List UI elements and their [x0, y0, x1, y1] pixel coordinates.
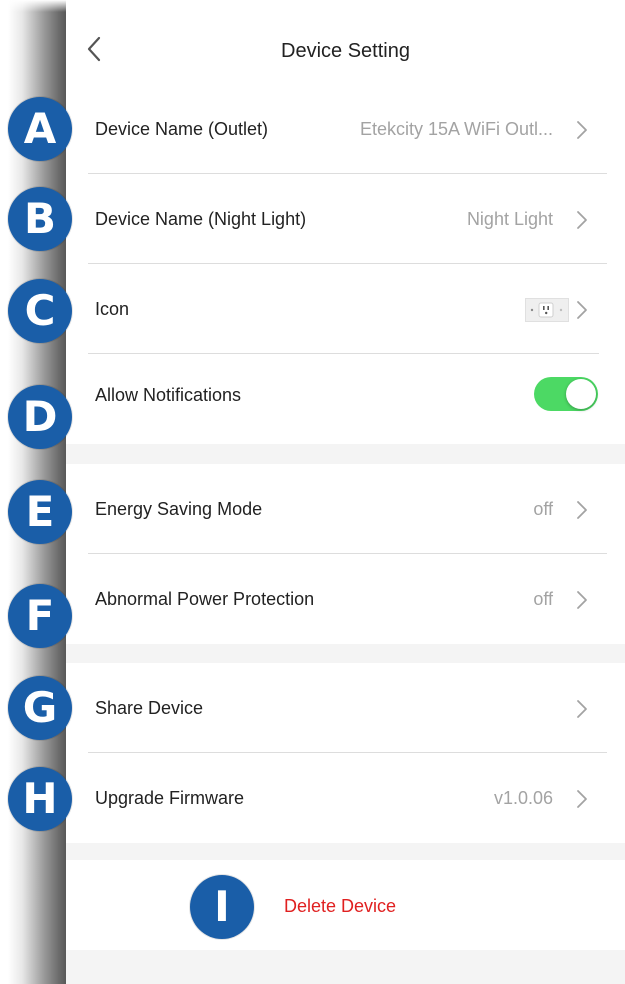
row-label: Abnormal Power Protection [95, 589, 315, 609]
chevron-right-icon [577, 790, 587, 808]
row-label: Icon [95, 299, 130, 319]
row-upgrade-firmware[interactable]: Upgrade Firmware v1.0.06 [66, 753, 625, 843]
chevron-right-icon [577, 121, 587, 139]
device-management-group: Share Device Upgrade Firmware v1.0.06 [66, 663, 625, 843]
chevron-right-icon [577, 700, 587, 718]
power-settings-group: Energy Saving Mode off Abnormal Power Pr… [66, 464, 625, 644]
screen-top-fade [0, 0, 625, 12]
row-label: Device Name (Night Light) [95, 209, 307, 229]
row-device-name-night-light[interactable]: Device Name (Night Light) Night Light [66, 174, 625, 264]
row-abnormal-power-protection[interactable]: Abnormal Power Protection off [66, 554, 625, 644]
annotation-badge-g: G [8, 676, 72, 740]
toggle-knob [566, 379, 596, 409]
row-label: Energy Saving Mode [95, 499, 263, 519]
annotation-badge-a: A [8, 97, 72, 161]
row-label: Allow Notifications [95, 385, 242, 405]
row-icon[interactable]: Icon [66, 264, 625, 354]
chevron-right-icon [577, 501, 587, 519]
row-value: v1.0.06 [493, 788, 553, 808]
annotation-badge-i: I [190, 875, 254, 939]
row-share-device[interactable]: Share Device [66, 663, 625, 753]
row-value: off [533, 589, 553, 609]
delete-device-button[interactable]: Delete Device [284, 896, 396, 917]
notifications-toggle[interactable] [534, 377, 598, 411]
chevron-right-icon [577, 211, 587, 229]
row-value: Etekcity 15A WiFi Outl... [359, 119, 553, 139]
page-title: Device Setting [281, 40, 410, 62]
annotation-badge-b: B [8, 187, 72, 251]
annotation-badge-d: D [8, 385, 72, 449]
chevron-right-icon [577, 591, 587, 609]
row-value: Night Light [466, 209, 553, 229]
annotation-badge-h: H [8, 767, 72, 831]
row-energy-saving-mode[interactable]: Energy Saving Mode off [66, 464, 625, 554]
nav-bar: Device Setting [66, 12, 625, 85]
row-device-name-outlet[interactable]: Device Name (Outlet) Etekcity 15A WiFi O… [66, 84, 625, 174]
row-allow-notifications: Allow Notifications [66, 354, 625, 444]
annotation-badge-f: F [8, 584, 72, 648]
device-settings-group: Device Name (Outlet) Etekcity 15A WiFi O… [66, 84, 625, 444]
annotation-badge-e: E [8, 480, 72, 544]
row-label: Upgrade Firmware [95, 788, 245, 808]
chevron-right-icon [577, 301, 587, 319]
row-label: Device Name (Outlet) [95, 119, 269, 139]
annotation-badge-c: C [8, 279, 72, 343]
device-setting-screen: Device Setting Device Name (Outlet) Etek… [66, 12, 625, 984]
outlet-icon [525, 298, 569, 322]
row-value: off [533, 499, 553, 519]
row-label: Share Device [95, 698, 204, 718]
delete-device-row: Delete Device [66, 860, 625, 950]
